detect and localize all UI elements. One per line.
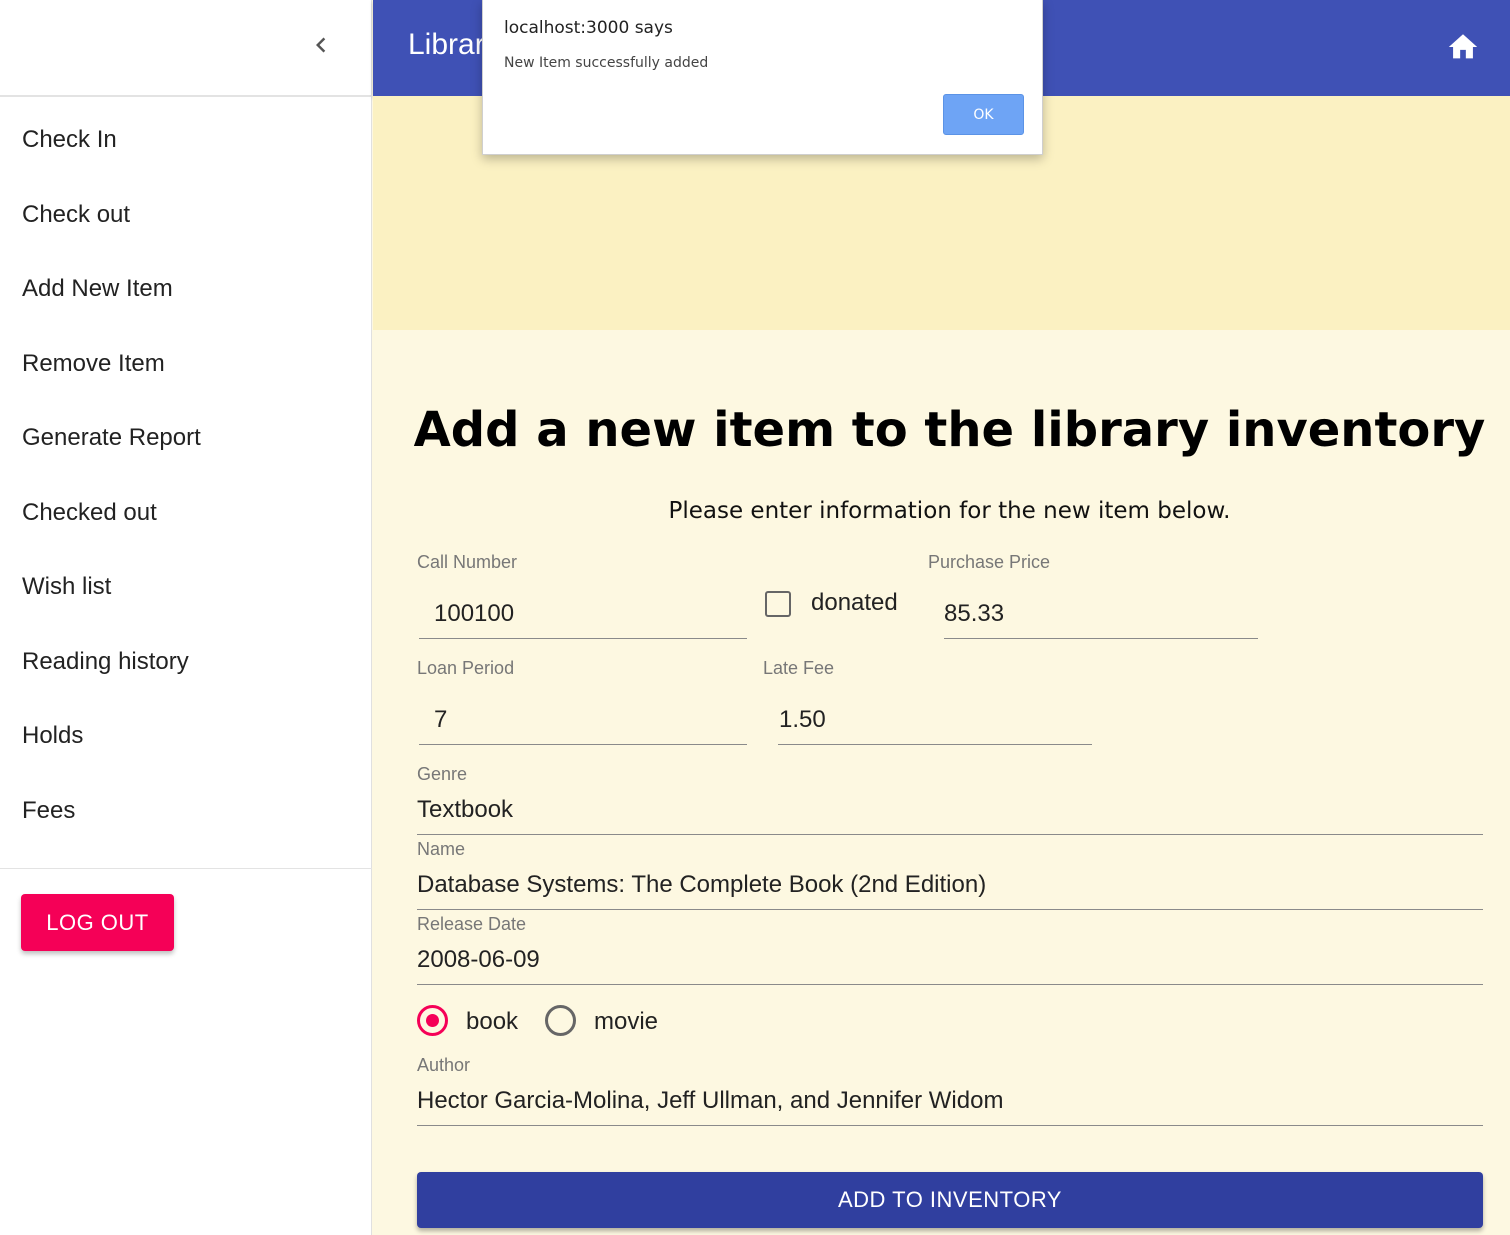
sidebar-drawer: Check In Check out Add New Item Remove I…: [0, 0, 372, 1235]
home-icon[interactable]: [1446, 30, 1480, 64]
alert-dialog: localhost:3000 says New Item successfull…: [482, 0, 1043, 155]
donated-checkbox[interactable]: [765, 591, 791, 617]
sidebar-item-reading-history[interactable]: Reading history: [0, 625, 371, 700]
donated-label: donated: [811, 589, 898, 616]
sidebar-header: [0, 0, 371, 97]
purchase-price-label: Purchase Price: [928, 552, 1051, 572]
logout-button[interactable]: LOG OUT: [21, 894, 174, 951]
add-item-form: Add a new item to the library inventory …: [373, 330, 1510, 1235]
chevron-left-icon[interactable]: [306, 30, 336, 60]
late-fee-field[interactable]: [778, 706, 1092, 745]
sidebar-divider: [0, 868, 372, 869]
loan-period-label: Loan Period: [417, 658, 515, 678]
purchase-price-field[interactable]: [944, 600, 1258, 639]
sidebar-item-holds[interactable]: Holds: [0, 699, 371, 774]
sidebar-item-wish-list[interactable]: Wish list: [0, 550, 371, 625]
sidebar-item-generate-report[interactable]: Generate Report: [0, 401, 371, 476]
author-field[interactable]: [417, 1087, 1483, 1126]
name-field[interactable]: [417, 871, 1483, 910]
alert-message: New Item successfully added: [504, 55, 709, 71]
page-subtitle: Please enter information for the new ite…: [668, 498, 1231, 524]
sidebar-item-fees[interactable]: Fees: [0, 774, 371, 849]
sidebar-item-check-out[interactable]: Check out: [0, 178, 371, 253]
radio-movie[interactable]: [545, 1005, 576, 1036]
genre-field[interactable]: [417, 796, 1483, 835]
genre-label: Genre: [417, 764, 468, 784]
release-date-label: Release Date: [417, 914, 527, 934]
call-number-label: Call Number: [417, 552, 518, 572]
sidebar-item-checked-out[interactable]: Checked out: [0, 476, 371, 551]
name-label: Name: [417, 839, 466, 859]
late-fee-label: Late Fee: [763, 658, 835, 678]
sidebar-item-add-new-item[interactable]: Add New Item: [0, 252, 371, 327]
radio-book[interactable]: [417, 1005, 448, 1036]
alert-ok-button[interactable]: OK: [943, 94, 1024, 135]
author-label: Author: [417, 1055, 471, 1075]
call-number-field[interactable]: [419, 600, 747, 639]
radio-movie-label: movie: [594, 1008, 659, 1035]
loan-period-field[interactable]: [419, 706, 747, 745]
release-date-field[interactable]: [417, 946, 1483, 985]
add-to-inventory-button[interactable]: ADD TO INVENTORY: [417, 1172, 1483, 1228]
sidebar-item-remove-item[interactable]: Remove Item: [0, 327, 371, 402]
alert-title: localhost:3000 says: [504, 18, 673, 38]
sidebar-item-check-in[interactable]: Check In: [0, 103, 371, 178]
page-title: Add a new item to the library inventory: [413, 402, 1486, 458]
sidebar-nav: Check In Check out Add New Item Remove I…: [0, 97, 371, 848]
radio-book-label: book: [466, 1008, 519, 1035]
